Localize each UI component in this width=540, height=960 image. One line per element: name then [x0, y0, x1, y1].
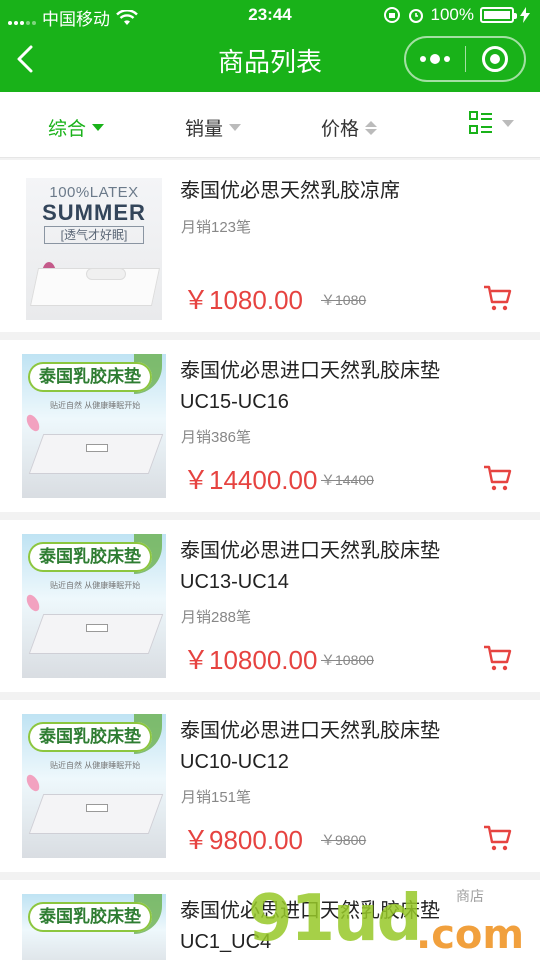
battery-label: 100% — [430, 5, 474, 24]
product-card[interactable]: 泰国乳胶床垫 贴近自然 从健康睡眠开始 泰国优必思进口天然乳胶床垫UC10-UC… — [0, 700, 540, 872]
product-price: ￥14400.00 — [183, 465, 318, 495]
caret-down-icon — [229, 124, 242, 131]
image-caption: SUMMER — [42, 200, 146, 225]
product-price: ￥1080.00 — [183, 285, 303, 315]
product-name: 泰国优必思进口天然乳胶床垫UC15-UC16 — [180, 360, 440, 413]
rotation-lock-icon — [383, 7, 400, 23]
product-name: 泰国优必思天然乳胶凉席 — [180, 180, 400, 202]
image-caption: 贴近自然 从健康睡眠开始 — [50, 401, 141, 410]
image-caption: 贴近自然 从健康睡眠开始 — [50, 761, 141, 770]
product-name: 泰国优必思进口天然乳胶床垫UC13-UC14 — [180, 540, 440, 593]
image-caption: [透气才好眠] — [44, 226, 144, 244]
product-sales: 月销288笔 — [181, 609, 252, 626]
status-bar: 中国移动 23:44 100% — [0, 0, 540, 30]
image-caption: 贴近自然 从健康睡眠开始 — [50, 581, 141, 590]
add-to-cart-icon[interactable] — [482, 284, 512, 312]
product-card[interactable]: 100%LATEX SUMMER [透气才好眠] 泰国优必思天然乳胶凉席 月销1… — [0, 160, 540, 332]
original-price: ￥10800 — [321, 652, 374, 668]
product-image: 100%LATEX SUMMER [透气才好眠] — [26, 178, 162, 320]
image-caption: 泰国乳胶床垫 — [28, 542, 152, 572]
sort-price-label: 价格 — [321, 119, 360, 140]
add-to-cart-icon[interactable] — [482, 464, 512, 492]
list-view-icon — [469, 111, 492, 134]
close-program-button[interactable] — [465, 38, 524, 80]
layout-toggle-button[interactable] — [468, 110, 514, 136]
battery-icon — [480, 7, 517, 23]
sort-sales[interactable]: 销量 — [185, 114, 242, 141]
original-price: ￥14400 — [321, 472, 374, 488]
caret-down-icon — [92, 124, 105, 131]
alarm-icon — [408, 9, 423, 23]
product-card[interactable]: 泰国乳胶床垫 泰国优必思进口天然乳胶床垫UC1_UC4 — [0, 880, 540, 960]
mini-program-capsule — [404, 36, 526, 82]
product-sales: 月销386笔 — [181, 429, 252, 446]
product-card[interactable]: 泰国乳胶床垫 贴近自然 从健康睡眠开始 泰国优必思进口天然乳胶床垫UC15-UC… — [0, 340, 540, 512]
charging-icon — [520, 7, 530, 23]
image-caption: 泰国乳胶床垫 — [28, 902, 152, 932]
product-price: ￥9800.00 — [183, 825, 303, 855]
image-caption: 泰国乳胶床垫 — [28, 362, 152, 392]
sort-updown-icon — [365, 120, 378, 135]
more-button[interactable] — [406, 38, 465, 80]
sort-sales-label: 销量 — [185, 119, 224, 140]
product-name: 泰国优必思进口天然乳胶床垫UC10-UC12 — [180, 720, 440, 773]
product-sales: 月销123笔 — [181, 219, 252, 236]
target-icon — [481, 46, 508, 72]
original-price: ￥1080 — [321, 292, 367, 308]
product-image: 泰国乳胶床垫 贴近自然 从健康睡眠开始 — [22, 534, 166, 678]
sort-comprehensive[interactable]: 综合 — [48, 114, 105, 141]
product-name: 泰国优必思进口天然乳胶床垫UC1_UC4 — [180, 900, 440, 953]
product-price: ￥10800.00 — [183, 645, 318, 675]
product-sales: 月销151笔 — [181, 789, 252, 806]
caret-down-icon — [502, 119, 514, 127]
navigation-bar: 中国移动 23:44 100% 商品列表 — [0, 0, 540, 92]
add-to-cart-icon[interactable] — [482, 824, 512, 852]
add-to-cart-icon[interactable] — [482, 644, 512, 672]
sort-price[interactable]: 价格 — [321, 114, 378, 141]
status-right: 100% — [383, 5, 530, 25]
image-caption: 泰国乳胶床垫 — [28, 722, 152, 752]
sort-bar: 综合 销量 价格 — [0, 92, 540, 158]
sort-comprehensive-label: 综合 — [48, 119, 87, 140]
more-icon — [420, 54, 451, 64]
product-image: 泰国乳胶床垫 贴近自然 从健康睡眠开始 — [22, 714, 166, 858]
product-image: 泰国乳胶床垫 — [22, 894, 166, 960]
original-price: ￥9800 — [321, 832, 367, 848]
image-caption: 100%LATEX — [49, 184, 139, 201]
product-card[interactable]: 泰国乳胶床垫 贴近自然 从健康睡眠开始 泰国优必思进口天然乳胶床垫UC13-UC… — [0, 520, 540, 692]
product-image: 泰国乳胶床垫 贴近自然 从健康睡眠开始 — [22, 354, 166, 498]
